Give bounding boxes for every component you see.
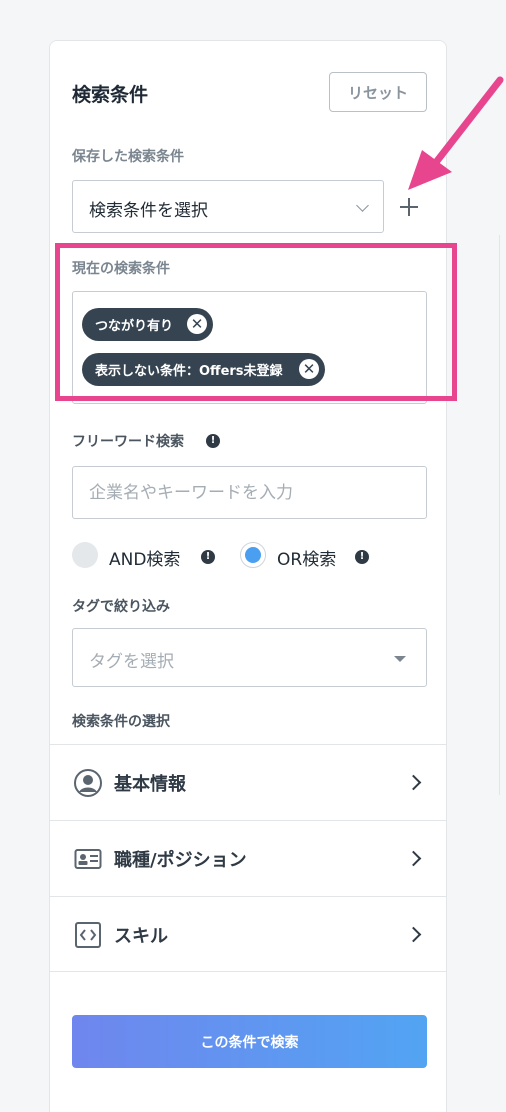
tag-filter-label: タグで絞り込み bbox=[72, 599, 170, 615]
annotation-arrow-icon bbox=[408, 76, 504, 190]
freeword-input[interactable] bbox=[73, 467, 426, 518]
tag-select-placeholder: タグを選択 bbox=[89, 652, 174, 672]
content-divider bbox=[499, 235, 500, 795]
saved-conditions-value: 検索条件を選択 bbox=[89, 201, 208, 221]
info-icon[interactable]: ! bbox=[201, 550, 215, 564]
info-icon[interactable]: ! bbox=[355, 550, 369, 564]
panel-title: 検索条件 bbox=[72, 84, 149, 106]
saved-conditions-label: 保存した検索条件 bbox=[72, 149, 184, 165]
chevron-right-icon bbox=[405, 926, 422, 943]
category-basic-info[interactable]: 基本情報 bbox=[50, 744, 447, 820]
category-label: 基本情報 bbox=[114, 774, 186, 795]
freeword-label: フリーワード検索 bbox=[72, 431, 184, 451]
or-search-radio[interactable] bbox=[240, 542, 266, 568]
caret-down-icon bbox=[394, 656, 406, 662]
code-icon bbox=[75, 922, 101, 948]
category-skills[interactable]: スキル bbox=[50, 896, 447, 972]
user-circle-icon bbox=[74, 769, 102, 797]
freeword-input-box[interactable] bbox=[72, 466, 427, 519]
category-job-position[interactable]: 職種/ポジション bbox=[50, 820, 447, 896]
and-search-label: AND検索 bbox=[109, 550, 181, 570]
chevron-right-icon bbox=[405, 850, 422, 867]
chevron-down-icon bbox=[356, 199, 369, 212]
or-search-label: OR検索 bbox=[277, 550, 337, 570]
id-card-icon bbox=[74, 849, 102, 869]
tag-select[interactable]: タグを選択 bbox=[72, 628, 427, 687]
criteria-label: 検索条件の選択 bbox=[72, 714, 170, 730]
and-search-radio[interactable] bbox=[72, 542, 98, 568]
category-label: スキル bbox=[114, 926, 168, 947]
saved-conditions-select[interactable]: 検索条件を選択 bbox=[72, 180, 384, 233]
info-icon[interactable]: ! bbox=[206, 434, 220, 448]
chevron-right-icon bbox=[405, 774, 422, 791]
annotation-highlight-box bbox=[55, 243, 457, 401]
freeword-label-text: フリーワード検索 bbox=[72, 434, 184, 450]
category-label: 職種/ポジション bbox=[114, 850, 247, 871]
search-with-conditions-button[interactable]: この条件で検索 bbox=[72, 1015, 427, 1068]
